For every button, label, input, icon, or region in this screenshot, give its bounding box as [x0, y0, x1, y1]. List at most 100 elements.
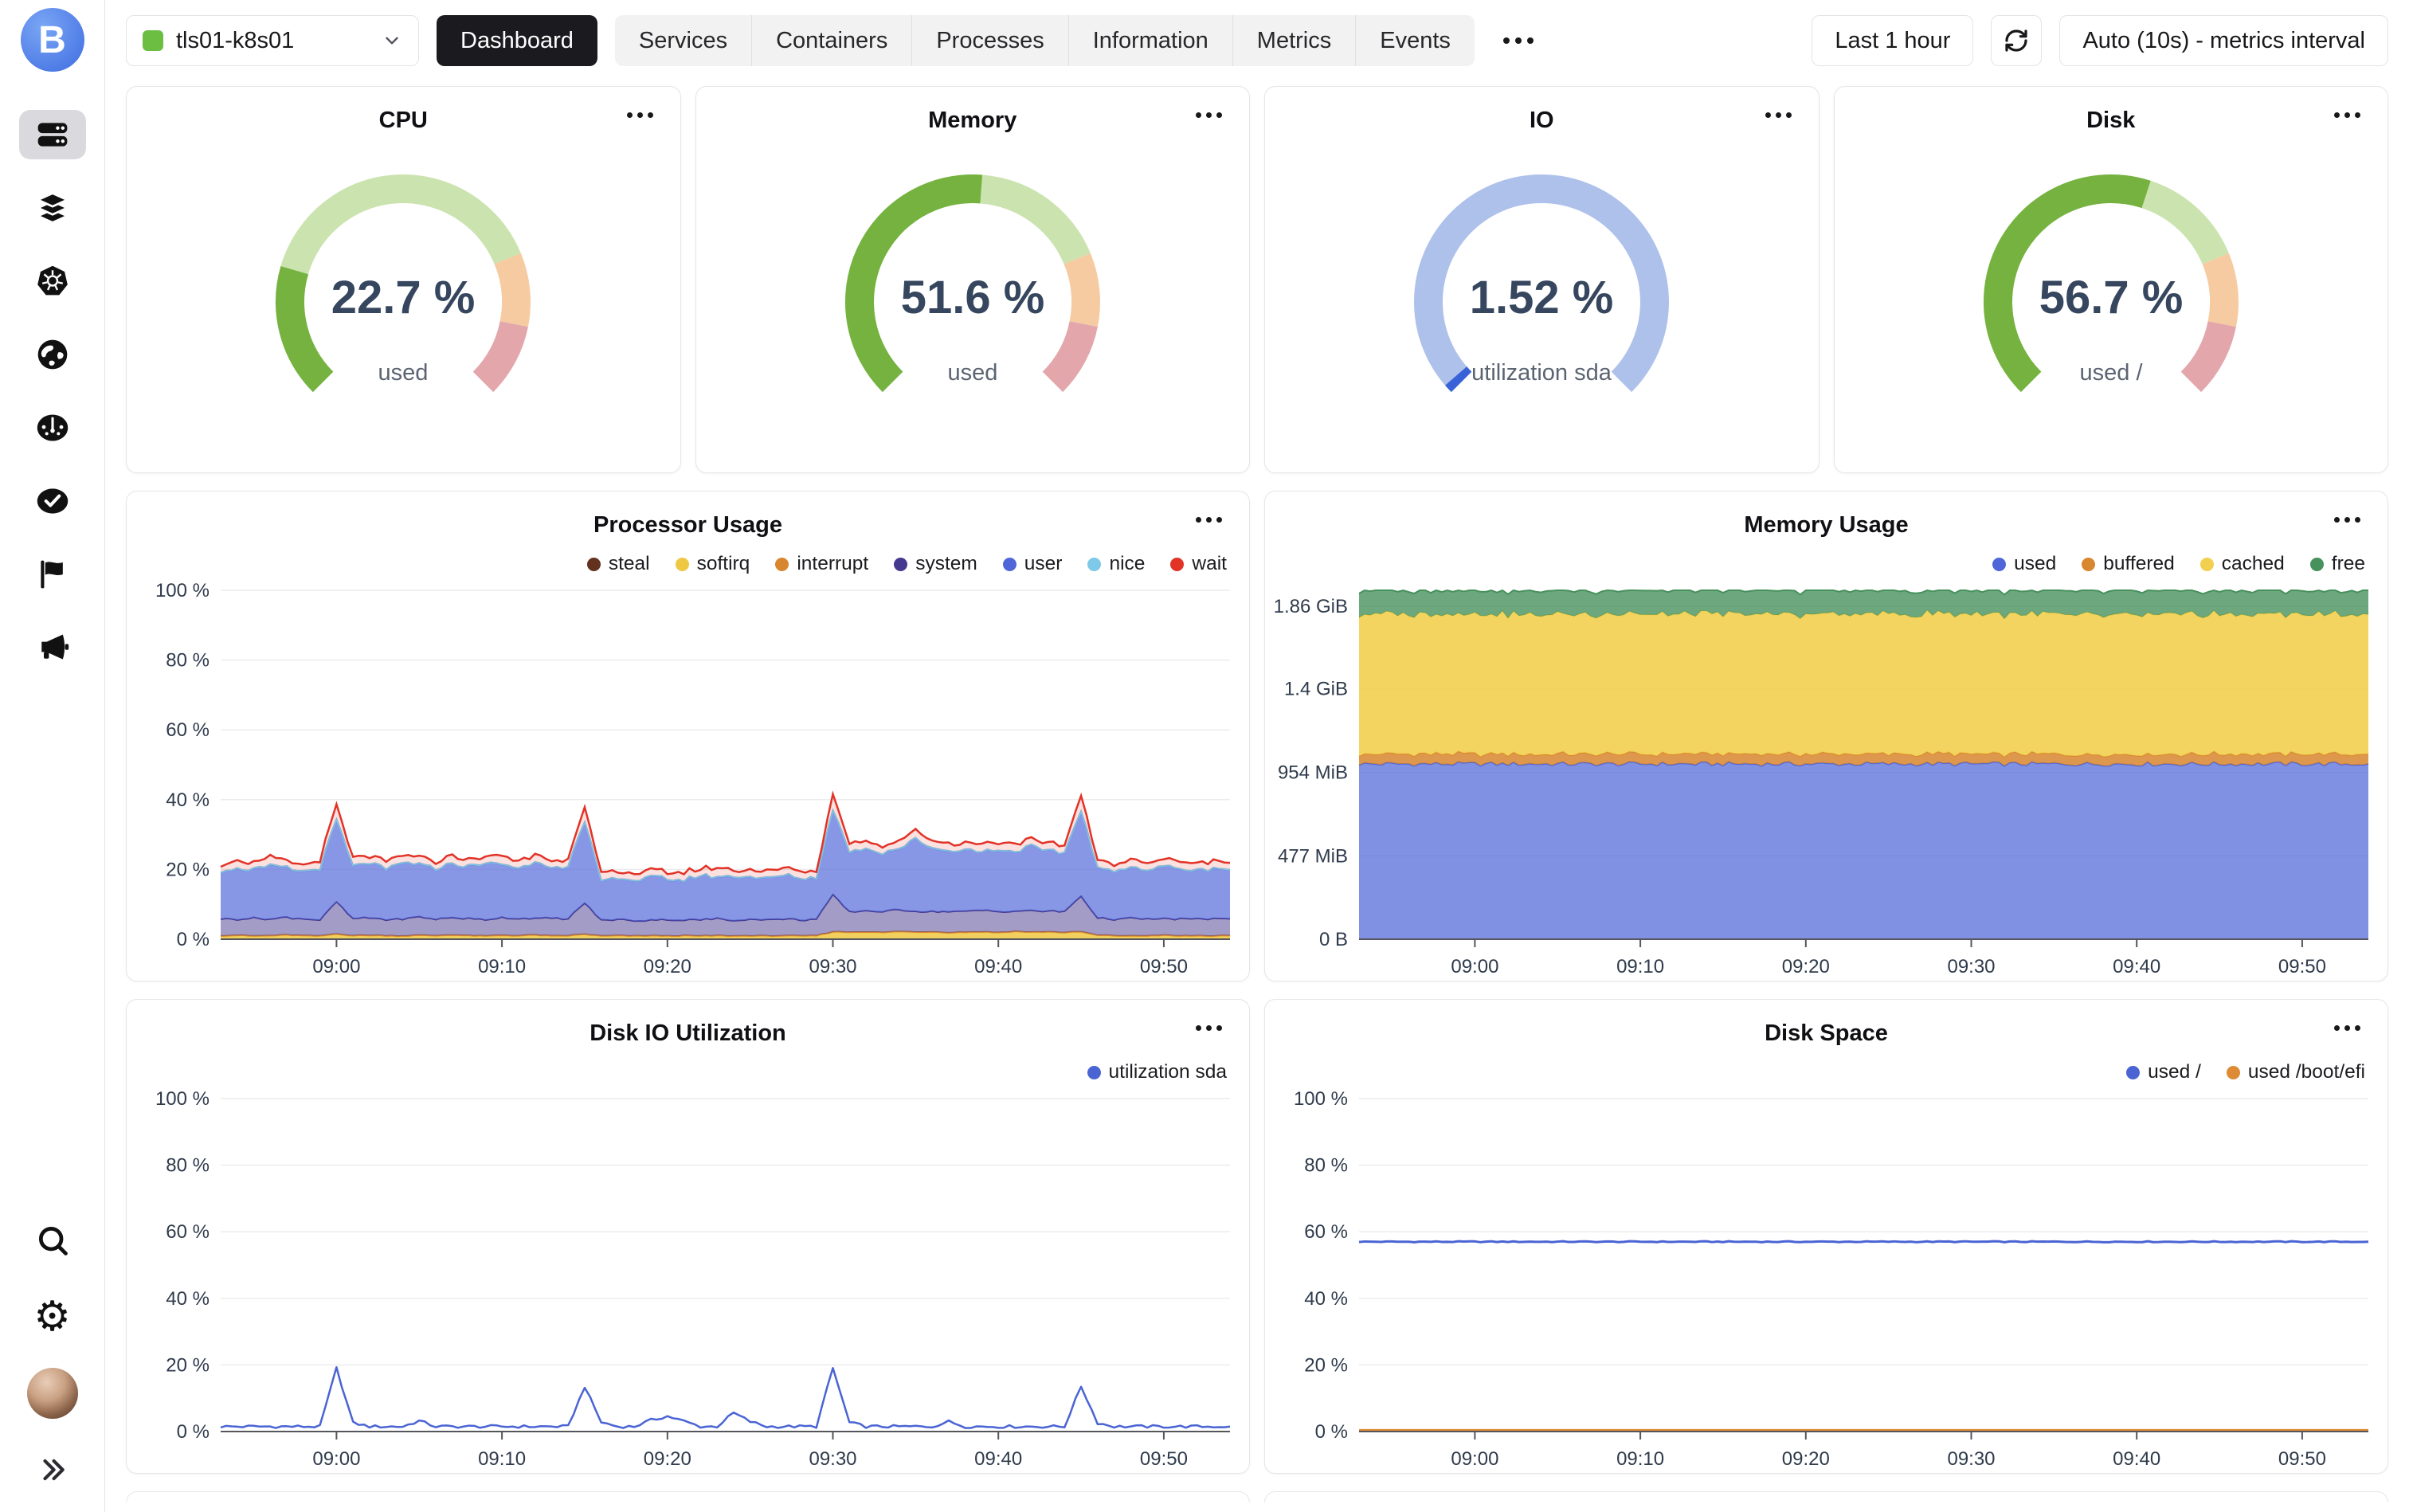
card-menu-button[interactable]: [1196, 517, 1222, 523]
sidebar-expand-button[interactable]: [19, 1445, 86, 1494]
tab-processes[interactable]: Processes: [911, 15, 1067, 66]
chart-legend: used /used /boot/efi: [1265, 1049, 2387, 1086]
svg-text:60 %: 60 %: [166, 719, 210, 741]
legend-item-cached: cached: [2200, 553, 2285, 575]
tab-services[interactable]: Services: [615, 15, 751, 66]
svg-text:09:00: 09:00: [1451, 1448, 1498, 1470]
svg-text:60 %: 60 %: [166, 1221, 210, 1243]
refresh-button[interactable]: [1991, 15, 2042, 66]
user-menu-button[interactable]: [19, 1369, 86, 1418]
disk-card: Disk 56.7 %used /: [1834, 86, 2389, 473]
svg-text:utilization sda: utilization sda: [1471, 360, 1612, 386]
sidebar-item-hosts[interactable]: [19, 110, 86, 159]
card-title: Memory Usage: [1265, 512, 2387, 539]
sidebar-item-network[interactable]: [19, 330, 86, 379]
sidebar-item-stacks[interactable]: [19, 183, 86, 233]
chart-legend: utilization sda: [127, 1049, 1249, 1086]
check-circle-icon: [35, 484, 70, 519]
card-menu-button[interactable]: [627, 112, 653, 118]
sidebar-nav: [19, 110, 86, 672]
host-status-dot: [143, 30, 163, 51]
svg-text:0 %: 0 %: [177, 1421, 210, 1443]
cpu-gauge: 22.7 %used: [244, 157, 562, 420]
layers-icon: [35, 190, 70, 225]
svg-text:used: used: [947, 360, 997, 386]
svg-text:100 %: 100 %: [1294, 1088, 1348, 1110]
card-menu-button[interactable]: [1196, 1025, 1222, 1031]
sidebar-bottom: ⚙: [19, 1216, 86, 1494]
tabs-group: ServicesContainersProcessesInformationMe…: [615, 15, 1475, 66]
card-menu-button[interactable]: [2334, 517, 2360, 523]
legend-item-wait: wait: [1170, 553, 1227, 575]
svg-text:09:20: 09:20: [644, 956, 691, 977]
chevron-down-icon: [382, 30, 402, 51]
svg-text:477 MiB: 477 MiB: [1278, 845, 1348, 867]
card-menu-button[interactable]: [2334, 112, 2360, 118]
svg-text:09:00: 09:00: [312, 1448, 360, 1470]
svg-text:40 %: 40 %: [1304, 1288, 1348, 1310]
legend-item-utilization-sda: utilization sda: [1087, 1061, 1227, 1083]
tab-dashboard[interactable]: Dashboard: [437, 15, 597, 66]
app-logo[interactable]: B: [21, 8, 84, 72]
svg-text:80 %: 80 %: [1304, 1155, 1348, 1177]
processor-usage-card: Processor Usage stealsoftirqinterruptsys…: [126, 491, 1250, 981]
card-menu-button[interactable]: [1765, 112, 1792, 118]
svg-text:09:20: 09:20: [644, 1448, 691, 1470]
cpu-card: CPU 22.7 %used: [126, 86, 681, 473]
svg-text:used /: used /: [2079, 360, 2143, 386]
time-range-button[interactable]: Last 1 hour: [1812, 15, 1973, 66]
card-menu-button[interactable]: [1196, 112, 1222, 118]
tab-events[interactable]: Events: [1355, 15, 1475, 66]
legend-item-used-: used /: [2126, 1061, 2201, 1083]
disk-space-chart: 09:0009:1009:2009:3009:4009:50100 %80 %6…: [1265, 1086, 2387, 1473]
svg-text:1.52 %: 1.52 %: [1470, 272, 1614, 323]
svg-text:20 %: 20 %: [166, 1354, 210, 1376]
svg-text:0 %: 0 %: [1315, 1421, 1348, 1443]
legend-item-used: used: [1992, 553, 2056, 575]
svg-text:09:20: 09:20: [1782, 1448, 1830, 1470]
servers-icon: [35, 117, 70, 152]
sidebar-item-checks[interactable]: [19, 476, 86, 526]
svg-text:20 %: 20 %: [1304, 1354, 1348, 1376]
processor-usage-chart: 09:0009:1009:2009:3009:4009:50100 %80 %6…: [127, 578, 1249, 981]
flag-icon: [35, 557, 70, 592]
svg-text:80 %: 80 %: [166, 650, 210, 672]
svg-text:09:10: 09:10: [1616, 956, 1664, 977]
svg-text:09:50: 09:50: [1140, 1448, 1188, 1470]
search-button[interactable]: [19, 1216, 86, 1265]
sidebar-item-alerts[interactable]: [19, 623, 86, 672]
kubernetes-icon: [35, 264, 70, 299]
legend-item-softirq: softirq: [676, 553, 750, 575]
tab-information[interactable]: Information: [1068, 15, 1232, 66]
svg-text:09:20: 09:20: [1782, 956, 1830, 977]
tab-containers[interactable]: Containers: [751, 15, 911, 66]
sidebar-item-flags[interactable]: [19, 550, 86, 599]
svg-text:40 %: 40 %: [166, 1288, 210, 1310]
svg-text:09:00: 09:00: [312, 956, 360, 977]
memory-gauge: 51.6 %used: [813, 157, 1132, 420]
svg-text:60 %: 60 %: [1304, 1221, 1348, 1243]
svg-text:954 MiB: 954 MiB: [1278, 762, 1348, 784]
legend-item-interrupt: interrupt: [775, 553, 868, 575]
card-menu-button[interactable]: [2334, 1025, 2360, 1031]
settings-button[interactable]: ⚙: [19, 1292, 86, 1342]
svg-text:09:10: 09:10: [478, 1448, 526, 1470]
more-tabs-button[interactable]: [1503, 37, 1534, 44]
svg-text:0 B: 0 B: [1319, 929, 1348, 950]
interval-select[interactable]: Auto (10s) - metrics interval: [2059, 15, 2388, 66]
svg-text:09:40: 09:40: [974, 1448, 1022, 1470]
svg-text:09:40: 09:40: [2113, 956, 2160, 977]
io-card: IO 1.52 %utilization sda: [1264, 86, 1819, 473]
svg-text:09:30: 09:30: [1947, 1448, 1995, 1470]
sidebar-item-metrics[interactable]: [19, 403, 86, 452]
svg-text:09:50: 09:50: [2278, 1448, 2326, 1470]
tab-metrics[interactable]: Metrics: [1232, 15, 1355, 66]
chart-legend: stealsoftirqinterruptsystemusernicewait: [127, 541, 1249, 578]
disk-space-card: Disk Space used /used /boot/efi 09:0009:…: [1264, 999, 2388, 1474]
chevrons-right-icon: [37, 1455, 68, 1485]
host-name: tls01-k8s01: [176, 28, 369, 54]
legend-item-system: system: [894, 553, 977, 575]
sidebar-item-kubernetes[interactable]: [19, 257, 86, 306]
refresh-icon: [2004, 28, 2029, 53]
host-selector[interactable]: tls01-k8s01: [126, 15, 419, 66]
